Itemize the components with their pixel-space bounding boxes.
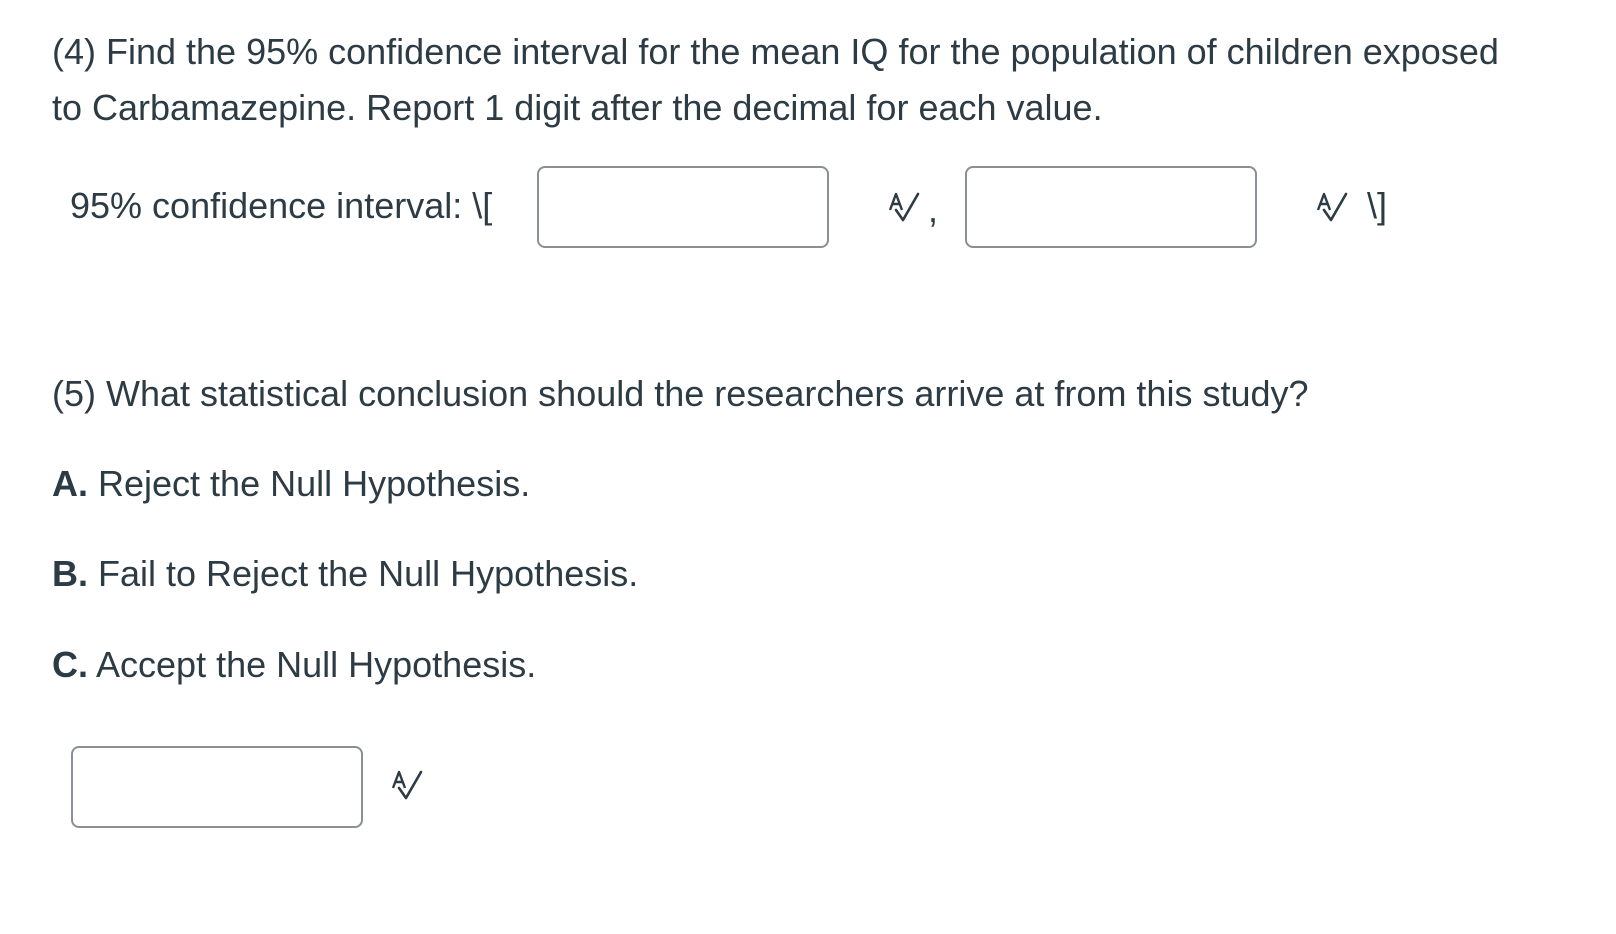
option-letter: B. [52,553,88,594]
question-5-text: (5) What statistical conclusion should t… [52,373,1309,414]
spell-check-icon[interactable] [1312,188,1352,228]
option-letter: C. [52,644,88,685]
option-text: Reject the Null Hypothesis. [88,463,531,504]
option-b: B. Fail to Reject the Null Hypothesis. [52,550,638,598]
lower-bound-input[interactable] [537,166,829,248]
option-text: Accept the Null Hypothesis. [88,644,537,685]
interval-separator: , [928,189,939,230]
option-text: Fail to Reject the Null Hypothesis. [88,553,639,594]
question-4-text: (4) Find the 95% confidence interval for… [52,31,1499,128]
option-a: A. Reject the Null Hypothesis. [52,460,530,508]
confidence-interval-row: 95% confidence interval: \[ , \] [70,166,1570,248]
spell-check-icon[interactable] [884,188,924,228]
confidence-interval-label: 95% confidence interval: \[ [70,185,493,226]
option-letter: A. [52,463,88,504]
spell-check-icon[interactable] [387,766,427,806]
upper-bound-input[interactable] [965,166,1257,248]
interval-close-bracket: \] [1367,185,1388,226]
option-c: C. Accept the Null Hypothesis. [52,641,536,689]
conclusion-answer-input[interactable] [71,746,363,828]
